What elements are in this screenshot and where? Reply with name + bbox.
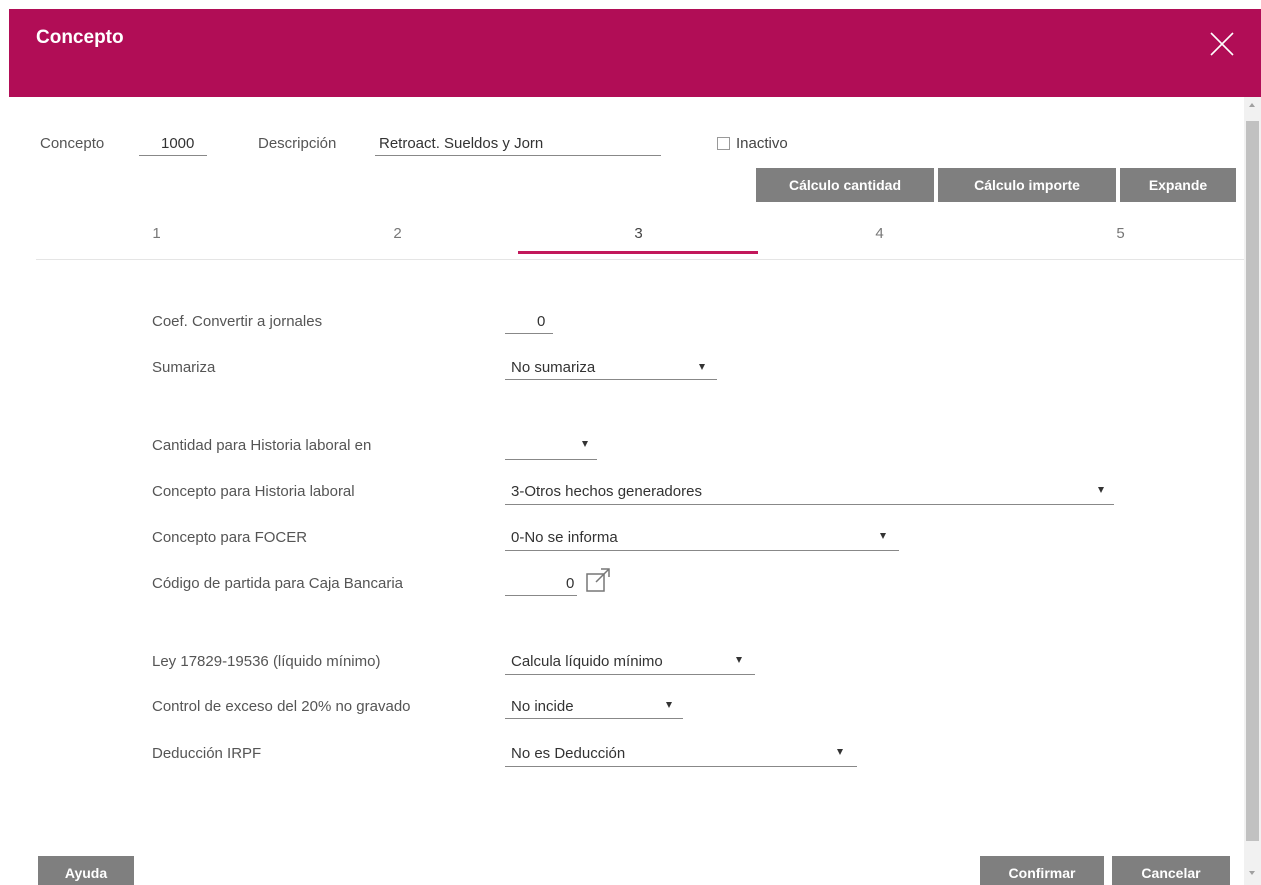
control-label: Control de exceso del 20% no gravado [152, 698, 411, 715]
confirmar-button[interactable]: Confirmar [980, 856, 1104, 885]
ayuda-button[interactable]: Ayuda [38, 856, 134, 885]
ley-value: Calcula líquido mínimo [511, 653, 663, 670]
cantidad-historia-select[interactable] [505, 459, 597, 460]
descripcion-value: Retroact. Sueldos y Jorn [379, 135, 544, 152]
close-icon[interactable] [1209, 31, 1235, 57]
chevron-down-icon[interactable] [880, 533, 886, 539]
control-value: No incide [511, 698, 574, 715]
tab-2[interactable]: 2 [277, 214, 518, 260]
caja-field[interactable] [505, 595, 577, 596]
concepto-historia-value: 3-Otros hechos generadores [511, 483, 702, 500]
irpf-value: No es Deducción [511, 745, 626, 762]
inactivo-label: Inactivo [736, 135, 788, 152]
calculo-importe-button[interactable]: Cálculo importe [938, 168, 1116, 202]
expande-button[interactable]: Expande [1120, 168, 1236, 202]
coef-label: Coef. Convertir a jornales [152, 313, 323, 330]
external-link-icon[interactable] [585, 567, 612, 594]
inactivo-checkbox[interactable] [717, 137, 730, 150]
dialog-header: Concepto [9, 9, 1261, 97]
concepto-field[interactable] [139, 155, 207, 156]
ley-label: Ley 17829-19536 (líquido mínimo) [152, 653, 381, 670]
chevron-down-icon[interactable] [666, 702, 672, 708]
ley-select[interactable] [505, 674, 755, 675]
cantidad-historia-label: Cantidad para Historia laboral en [152, 437, 372, 454]
irpf-select[interactable] [505, 766, 857, 767]
active-tab-indicator [518, 251, 758, 254]
tab-4[interactable]: 4 [759, 214, 1000, 260]
concepto-value: 1000 [161, 135, 195, 152]
tab-1[interactable]: 1 [36, 214, 277, 260]
focer-label: Concepto para FOCER [152, 529, 308, 546]
scroll-down-icon[interactable] [1249, 871, 1255, 875]
tab-5[interactable]: 5 [1000, 214, 1241, 260]
focer-select[interactable] [505, 550, 899, 551]
scroll-up-icon[interactable] [1249, 103, 1255, 107]
cancelar-button[interactable]: Cancelar [1112, 856, 1230, 885]
sumariza-value: No sumariza [511, 359, 596, 376]
chevron-down-icon[interactable] [1098, 487, 1104, 493]
chevron-down-icon[interactable] [837, 749, 843, 755]
sumariza-select[interactable] [505, 379, 717, 380]
tab-bar: 1 2 3 4 5 [36, 214, 1244, 260]
coef-value: 0 [537, 313, 546, 330]
dialog-title: Concepto [36, 27, 124, 48]
concepto-historia-label: Concepto para Historia laboral [152, 483, 355, 500]
irpf-label: Deducción IRPF [152, 745, 262, 762]
descripcion-label: Descripción [258, 135, 337, 152]
calculo-cantidad-button[interactable]: Cálculo cantidad [756, 168, 934, 202]
chevron-down-icon[interactable] [736, 657, 742, 663]
caja-value: 0 [566, 575, 575, 592]
chevron-down-icon[interactable] [582, 441, 588, 447]
scroll-thumb[interactable] [1246, 121, 1259, 841]
control-select[interactable] [505, 718, 683, 719]
concepto-dialog: Concepto Concepto 1000 Descripción Retro… [9, 9, 1261, 885]
chevron-down-icon[interactable] [699, 364, 705, 370]
concepto-historia-select[interactable] [505, 504, 1114, 505]
focer-value: 0-No se informa [511, 529, 618, 546]
sumariza-label: Sumariza [152, 359, 216, 376]
coef-field[interactable] [505, 333, 553, 334]
dialog-scrollbar[interactable] [1244, 97, 1261, 885]
concepto-label: Concepto [40, 135, 105, 152]
caja-label: Código de partida para Caja Bancaria [152, 575, 403, 592]
descripcion-field[interactable] [375, 155, 661, 156]
